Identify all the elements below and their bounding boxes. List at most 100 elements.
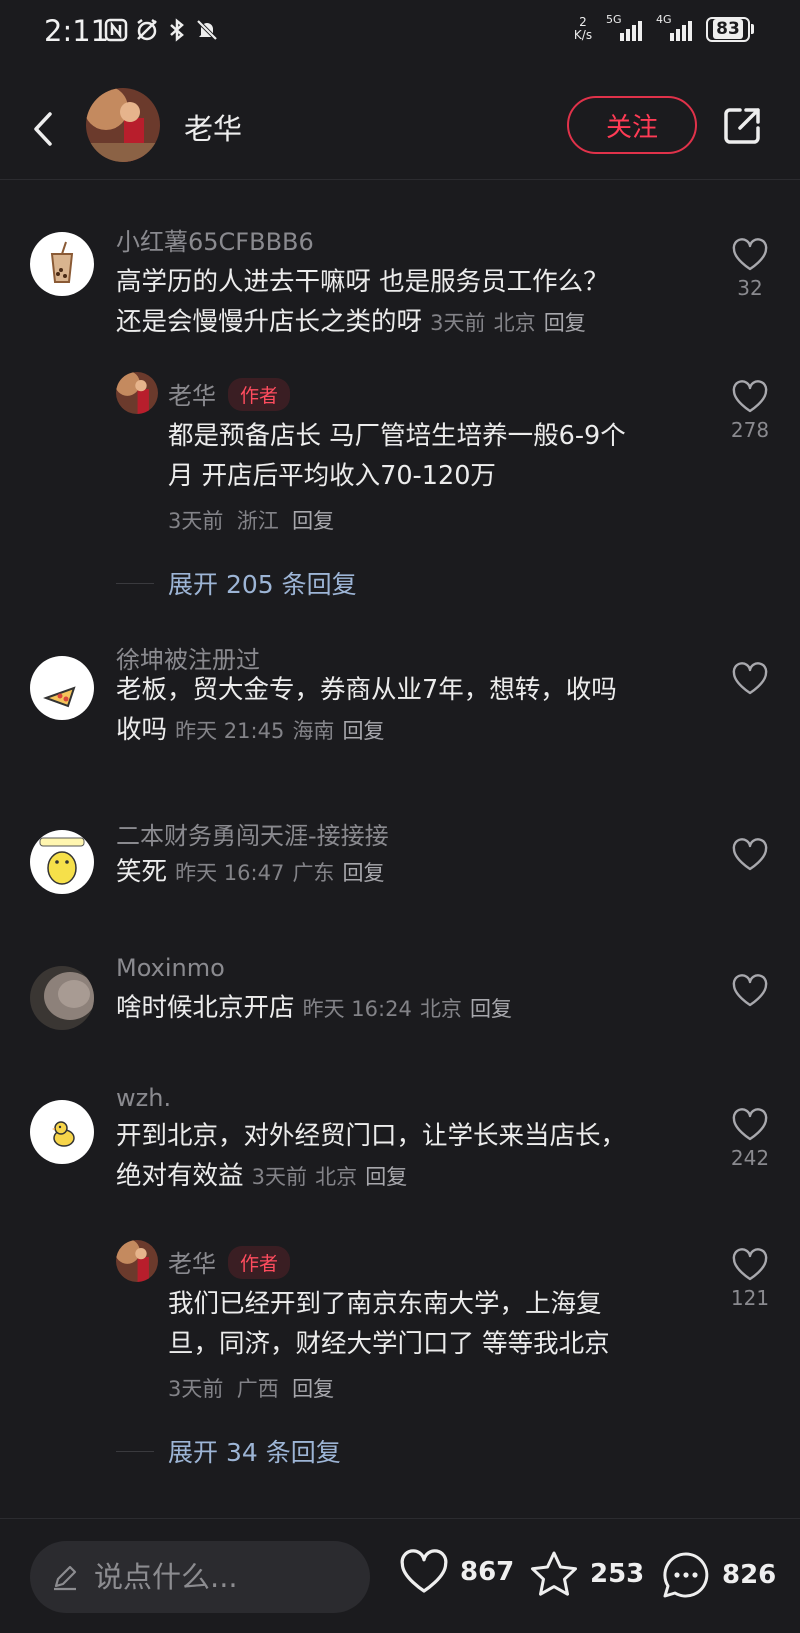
author-tag: 作者	[228, 1246, 291, 1279]
commenter-avatar[interactable]	[30, 232, 94, 296]
expand-replies-label: 展开 205 条回复	[168, 570, 357, 599]
comment-text[interactable]: 开到北京，对外经贸门口，让学长来当店长， 绝对有效益 3天前 北京 回复	[116, 1116, 686, 1197]
comment-time: 3天前	[251, 1165, 307, 1189]
author-tag: 作者	[228, 378, 291, 411]
commenter-avatar[interactable]	[30, 966, 94, 1030]
reply-line: 都是预备店长 马厂管培生培养一般6-9个	[168, 421, 626, 451]
expand-replies[interactable]: 展开 205 条回复	[116, 565, 357, 601]
comment-text[interactable]: 啥时候北京开店 昨天 16:24 北京 回复	[116, 988, 686, 1029]
author-avatar[interactable]	[86, 88, 160, 162]
like-button[interactable]: 242	[720, 1108, 780, 1170]
comment-line: 还是会慢慢升店长之类的呀	[116, 307, 423, 337]
battery-icon: 83	[706, 16, 754, 42]
share-button[interactable]	[718, 102, 766, 150]
follow-button[interactable]: 关注	[567, 96, 697, 154]
reply-time: 3天前	[168, 509, 224, 533]
reply-meta: 3天前 浙江 回复	[168, 505, 334, 535]
like-button[interactable]: 121	[720, 1248, 780, 1310]
comment-text[interactable]: 老板，贸大金专，券商从业7年，想转，收吗 收吗 昨天 21:45 海南 回复	[116, 670, 686, 751]
reply-button[interactable]: 回复	[470, 997, 512, 1021]
mute-bell-icon	[196, 19, 218, 41]
heart-icon	[732, 380, 768, 413]
header: 老华 关注	[0, 80, 800, 180]
status-bar: 2:11 2 K/s 5G 4G 83	[0, 0, 800, 68]
reply-line: 旦，同济，财经大学门口了 等等我北京	[168, 1329, 610, 1359]
alarm-off-icon	[137, 19, 157, 41]
favorite-count: 253	[590, 1559, 645, 1589]
comment-line: 笑死	[116, 857, 168, 887]
reply-button[interactable]: 回复	[292, 1377, 334, 1401]
author-name[interactable]: 老华	[184, 106, 242, 148]
comment-location: 北京	[493, 311, 536, 335]
reply-username[interactable]: 老华 作者	[168, 376, 291, 411]
back-button[interactable]	[24, 104, 64, 154]
comment-line: 高学历的人进去干嘛呀 也是服务员工作么？	[116, 267, 609, 297]
nfc-icon	[104, 18, 128, 42]
network-speed: 2 K/s	[570, 16, 596, 42]
comment-count: 826	[722, 1560, 777, 1590]
reply-button[interactable]: 回复	[365, 1165, 407, 1189]
like-count: 278	[730, 418, 770, 442]
signal-4g-icon: 4G	[656, 13, 696, 41]
expand-replies[interactable]: 展开 34 条回复	[116, 1433, 341, 1469]
comment-time: 昨天 21:45	[175, 719, 285, 743]
like-button[interactable]	[720, 838, 780, 872]
heart-icon	[732, 662, 768, 695]
battery-level: 83	[713, 19, 743, 39]
reply-line: 我们已经开到了南京东南大学，上海复	[168, 1289, 602, 1319]
reply-location: 浙江	[236, 509, 279, 533]
heart-icon	[732, 1248, 768, 1281]
comment-location: 北京	[419, 997, 462, 1021]
expand-divider	[116, 1450, 154, 1452]
reply-username[interactable]: 老华 作者	[168, 1244, 291, 1279]
reply-username-text: 老华	[168, 1250, 216, 1278]
favorite-button[interactable]: 253	[528, 1549, 644, 1599]
heart-icon	[732, 838, 768, 871]
commenter-avatar[interactable]	[30, 830, 94, 894]
share-icon	[724, 108, 760, 144]
sig2-label: 4G	[656, 13, 672, 26]
reply-username-text: 老华	[168, 382, 216, 410]
reply-text[interactable]: 都是预备店长 马厂管培生培养一般6-9个 月 开店后平均收入70-120万	[168, 416, 688, 496]
comment-input[interactable]	[94, 1560, 354, 1594]
comment-button[interactable]: 826	[660, 1549, 776, 1601]
reply-avatar[interactable]	[116, 1240, 158, 1282]
like-count: 242	[730, 1146, 770, 1170]
reply-text[interactable]: 我们已经开到了南京东南大学，上海复 旦，同济，财经大学门口了 等等我北京	[168, 1284, 688, 1364]
reply-button[interactable]: 回复	[292, 509, 334, 533]
comment-username[interactable]: 二本财务勇闯天涯-接接接	[116, 816, 389, 851]
chevron-left-icon	[34, 112, 52, 146]
star-icon	[531, 1551, 577, 1596]
commenter-avatar[interactable]	[30, 1100, 94, 1164]
heart-icon	[732, 1108, 768, 1141]
comment-location: 北京	[315, 1165, 358, 1189]
expand-replies-label: 展开 34 条回复	[168, 1438, 341, 1467]
reply-button[interactable]: 回复	[544, 311, 586, 335]
reply-button[interactable]: 回复	[343, 861, 385, 885]
comment-username[interactable]: Moxinmo	[116, 954, 225, 982]
commenter-avatar[interactable]	[30, 656, 94, 720]
comment-text[interactable]: 笑死 昨天 16:47 广东 回复	[116, 852, 686, 893]
pencil-icon	[54, 1565, 77, 1591]
comment-time: 昨天 16:24	[302, 997, 412, 1021]
comment-text[interactable]: 高学历的人进去干嘛呀 也是服务员工作么？ 还是会慢慢升店长之类的呀 3天前 北京…	[116, 262, 686, 343]
like-button[interactable]	[720, 974, 780, 1008]
comment-input-box[interactable]	[30, 1541, 370, 1613]
comment-line: 收吗	[116, 715, 168, 745]
comment-location: 广东	[292, 861, 335, 885]
like-post-button[interactable]: 867	[398, 1549, 514, 1595]
heart-icon	[732, 238, 768, 271]
status-icons	[104, 18, 219, 42]
comment-username[interactable]: 小红薯65CFBBB6	[116, 222, 314, 257]
comment-time: 3天前	[430, 311, 486, 335]
like-button[interactable]: 278	[720, 380, 780, 442]
reply-meta: 3天前 广西 回复	[168, 1373, 334, 1403]
like-button[interactable]: 32	[720, 238, 780, 300]
reply-button[interactable]: 回复	[343, 719, 385, 743]
comment-line: 开到北京，对外经贸门口，让学长来当店长，	[116, 1121, 627, 1151]
like-button[interactable]	[720, 662, 780, 696]
reply-avatar[interactable]	[116, 372, 158, 414]
comment-username[interactable]: wzh.	[116, 1084, 171, 1112]
comment-location: 海南	[292, 719, 335, 743]
net-speed-unit: K/s	[573, 28, 593, 42]
